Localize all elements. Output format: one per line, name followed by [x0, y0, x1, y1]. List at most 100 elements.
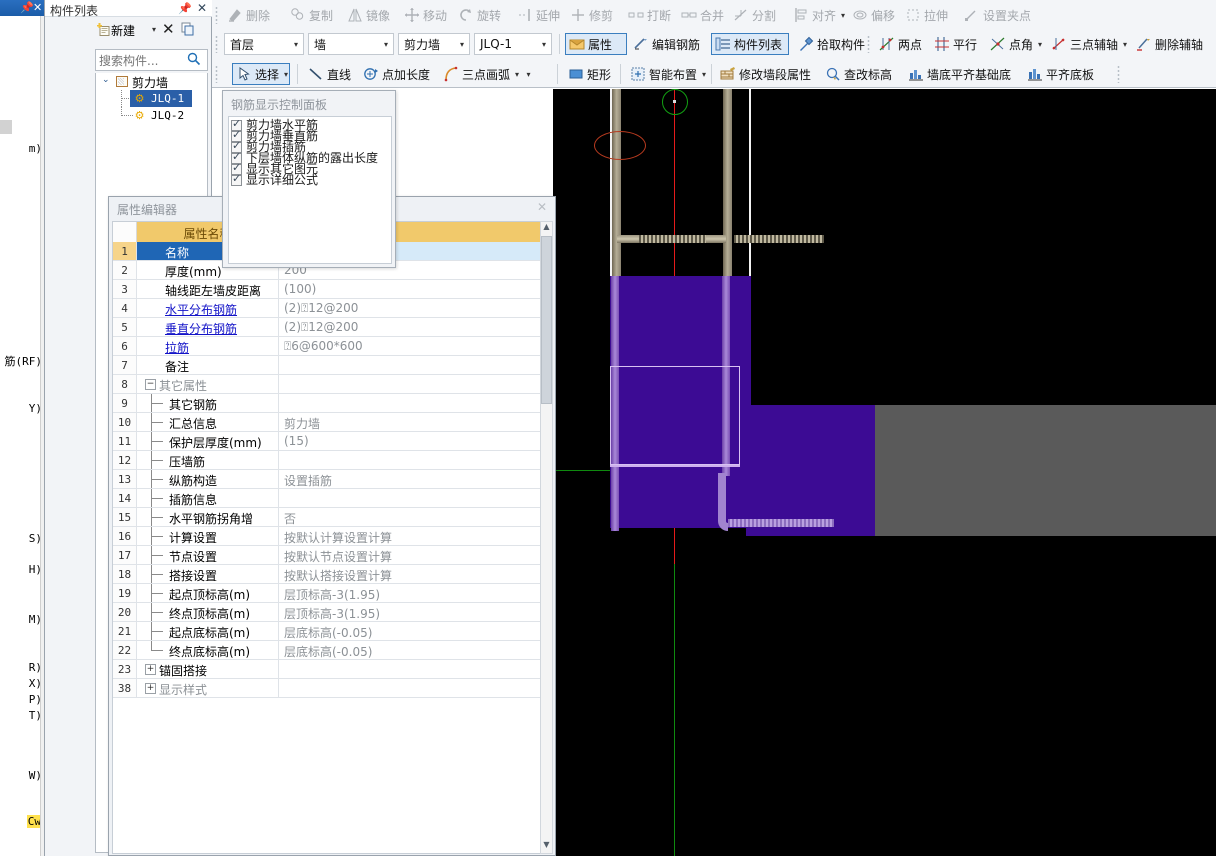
close-icon[interactable]: ✕ [33, 2, 42, 13]
property-row[interactable]: 22 终点底标高(m) 层底标高(-0.05) [113, 641, 543, 660]
property-value-cell[interactable]: 设置插筋 [279, 470, 543, 488]
property-row[interactable]: 23 + 锚固搭接 [113, 660, 543, 679]
search-input[interactable] [99, 52, 182, 69]
category-dropdown[interactable]: 墙 ▾ [308, 33, 394, 55]
property-value-cell[interactable] [279, 394, 543, 412]
property-value-cell[interactable]: 按默认节点设置计算 [279, 546, 543, 564]
property-row[interactable]: 18 搭接设置 按默认搭接设置计算 [113, 565, 543, 584]
tree-item-jlq-1[interactable]: ⚙ JLQ-1 [96, 90, 207, 107]
property-row[interactable]: 3 轴线距左墙皮距离 (100) [113, 280, 543, 299]
property-row[interactable]: 4 水平分布钢筋 (2)⍰︎12@200 [113, 299, 543, 318]
chevron-down-icon[interactable]: ⌄ [102, 75, 110, 85]
flush-slab-button[interactable]: 平齐底板 [1024, 63, 1110, 85]
property-value-cell[interactable]: 按默认搭接设置计算 [279, 565, 543, 583]
subtype-dropdown[interactable]: 剪力墙 ▾ [398, 33, 470, 55]
rectangle-button[interactable]: 矩形 [565, 63, 619, 85]
property-row[interactable]: 13 纵筋构造 设置插筋 [113, 470, 543, 489]
toolbar-grip[interactable] [1117, 65, 1120, 83]
copy-icon[interactable] [181, 22, 195, 39]
property-value-cell[interactable]: 层底标高(-0.05) [279, 622, 543, 640]
chevron-down-icon[interactable]: ▾ [289, 40, 303, 49]
property-value-cell[interactable] [279, 489, 543, 507]
property-row[interactable]: 20 终点顶标高(m) 层顶标高-3(1.95) [113, 603, 543, 622]
checkbox-checked-icon[interactable] [231, 173, 242, 186]
property-value-cell[interactable]: (2)⍰︎12@200 [279, 299, 543, 317]
close-icon[interactable]: ✕ [197, 1, 207, 15]
property-value-cell[interactable]: 层顶标高-3(1.95) [279, 603, 543, 621]
close-icon[interactable]: ✕ [533, 200, 551, 216]
property-value-cell[interactable]: 否 [279, 508, 543, 526]
property-row[interactable]: 9 其它钢筋 [113, 394, 543, 413]
property-row[interactable]: 7 备注 [113, 356, 543, 375]
property-grid[interactable]: 属性名称 属性值 1名称2厚度(mm)2003轴线距左墙皮距离(100)4水平分… [112, 221, 544, 854]
floor-dropdown[interactable]: 首层 ▾ [224, 33, 304, 55]
toolbar-grip[interactable] [215, 6, 218, 24]
property-value-cell[interactable] [279, 679, 543, 697]
chevron-down-icon[interactable]: ▾ [455, 40, 469, 49]
tree-root-row[interactable]: ⌄ 剪力墙 [96, 73, 207, 90]
arc-options-caret[interactable]: ▾ [522, 63, 535, 85]
two-point-button[interactable]: 两点 [876, 33, 930, 55]
toolbar-grip[interactable] [215, 35, 218, 53]
property-value-cell[interactable]: 按默认计算设置计算 [279, 527, 543, 545]
chevron-down-icon[interactable]: ▾ [841, 11, 845, 20]
component-dropdown[interactable]: JLQ-1 ▾ [474, 33, 552, 55]
pin-icon[interactable]: 📌 [20, 2, 34, 13]
property-row[interactable]: 14 插筋信息 [113, 489, 543, 508]
property-row[interactable]: 15 水平钢筋拐角增 否 [113, 508, 543, 527]
chevron-down-icon[interactable]: ▾ [284, 70, 288, 79]
line-button[interactable]: 直线 [305, 63, 359, 85]
chevron-down-icon[interactable]: ▾ [379, 40, 393, 49]
chevron-up-icon[interactable]: ▲ [541, 222, 552, 235]
chevron-down-icon[interactable]: ▼ [541, 840, 552, 853]
properties-button[interactable]: 属性 [565, 33, 627, 55]
property-value-cell[interactable] [279, 356, 543, 374]
left-panel-scrollbar[interactable] [40, 16, 44, 856]
property-row[interactable]: 11 保护层厚度(mm) (15) [113, 432, 543, 451]
chevron-down-icon[interactable]: ▾ [537, 40, 551, 49]
property-row[interactable]: 17 节点设置 按默认节点设置计算 [113, 546, 543, 565]
adjacent-gray-wall[interactable] [875, 405, 1216, 536]
point-angle-button[interactable]: 点角 ▾ [987, 33, 1042, 55]
property-value-cell[interactable]: 剪力墙 [279, 413, 543, 431]
property-value-cell[interactable]: (2)⍰︎12@200 [279, 318, 543, 336]
edit-wall-seg-button[interactable]: 修改墙段属性 [717, 63, 821, 85]
property-value-cell[interactable]: 层顶标高-3(1.95) [279, 584, 543, 602]
point-length-button[interactable]: 点加长度 [360, 63, 438, 85]
smart-layout-button[interactable]: 智能布置 ▾ [627, 63, 709, 85]
rebar-option-item[interactable]: 显示详细公式 [231, 173, 318, 186]
new-component-label[interactable]: 新建 [111, 22, 135, 39]
component-list-button[interactable]: 构件列表 [711, 33, 789, 55]
property-value-cell[interactable]: ⍰︎6@600*600 [279, 337, 543, 355]
shear-wall-element-horizontal[interactable] [746, 405, 877, 536]
property-row[interactable]: 12 压墙筋 [113, 451, 543, 470]
pick-component-button[interactable]: 拾取构件 [795, 33, 873, 55]
property-row[interactable]: 10 汇总信息 剪力墙 [113, 413, 543, 432]
property-row[interactable]: 16 计算设置 按默认计算设置计算 [113, 527, 543, 546]
pin-icon[interactable]: 📌 [178, 2, 192, 15]
three-point-axis-button[interactable]: 三点辅轴 ▾ [1048, 33, 1128, 55]
delete-axis-button[interactable]: 删除辅轴 [1133, 33, 1211, 55]
property-value-cell[interactable]: (15) [279, 432, 543, 450]
select-button[interactable]: 选择 ▾ [232, 63, 290, 85]
property-row[interactable]: 8− 其它属性 [113, 375, 543, 394]
chevron-down-icon[interactable]: ▾ [702, 70, 706, 79]
scrollbar-thumb[interactable] [541, 236, 552, 404]
property-value-cell[interactable]: 层底标高(-0.05) [279, 641, 543, 659]
wall-flush-fnd-button[interactable]: 墙底平齐基础底 [905, 63, 1023, 85]
tree-item-jlq-2[interactable]: ⚙ JLQ-2 [96, 107, 207, 124]
chevron-down-icon[interactable]: ▾ [1038, 40, 1042, 49]
property-row[interactable]: 38 + 显示样式 [113, 679, 543, 698]
property-row[interactable]: 6 拉筋 ⍰︎6@600*600 [113, 337, 543, 356]
edit-rebar-button[interactable]: 编辑钢筋 [630, 33, 708, 55]
search-icon[interactable] [182, 51, 206, 69]
rebar-option-list[interactable]: 剪力墙水平筋剪力墙垂直筋剪力墙插筋下层墙体纵筋的露出长度显示其它图元显示详细公式 [228, 116, 392, 264]
chevron-down-icon[interactable]: ▾ [515, 70, 519, 79]
property-row[interactable]: 21 起点底标高(m) 层底标高(-0.05) [113, 622, 543, 641]
chevron-down-icon[interactable]: ▾ [1123, 40, 1127, 49]
property-value-cell[interactable] [279, 660, 543, 678]
drawing-canvas[interactable] [553, 89, 1216, 856]
chevron-down-icon[interactable]: ▾ [152, 25, 156, 34]
property-grid-scrollbar[interactable]: ▲ ▼ [540, 221, 553, 854]
three-point-arc-button[interactable]: 三点画弧 ▾ [440, 63, 519, 85]
